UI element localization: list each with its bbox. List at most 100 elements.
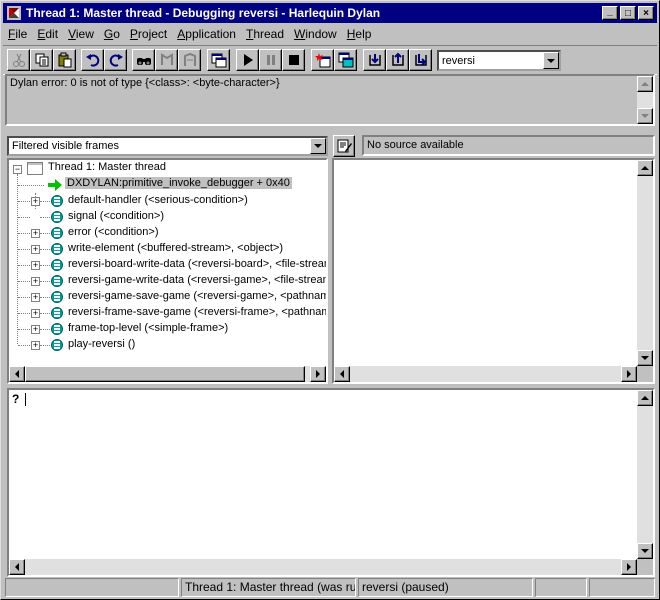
minimize-button[interactable]: _ — [602, 6, 618, 20]
step-into-button[interactable] — [363, 49, 386, 71]
scroll-corner — [637, 559, 653, 575]
expand-toggle[interactable]: + — [31, 325, 40, 334]
step-back-button[interactable] — [155, 49, 178, 71]
tree-guide-line — [40, 297, 50, 298]
breakpoint-icon — [314, 53, 330, 68]
tree-guide-line — [40, 265, 50, 266]
menu-edit[interactable]: Edit — [32, 27, 63, 41]
menu-project[interactable]: Project — [125, 27, 172, 41]
status-cell-empty — [5, 578, 179, 597]
step-button[interactable] — [409, 49, 432, 71]
expand-toggle[interactable]: + — [31, 245, 40, 254]
close-button[interactable]: × — [638, 6, 654, 20]
scroll-left-button[interactable] — [334, 366, 350, 382]
error-pane: Dylan error: 0 is not of type {<class>: … — [5, 74, 655, 126]
project-select[interactable]: reversi — [437, 50, 561, 71]
scroll-up-button[interactable] — [637, 76, 653, 92]
undo-button[interactable] — [81, 49, 104, 71]
cut-button[interactable] — [7, 49, 30, 71]
status-app: reversi (paused) — [358, 578, 533, 597]
scroll-up-button[interactable] — [637, 160, 653, 176]
stack-frame-icon — [51, 291, 63, 303]
tree-guide-line — [40, 217, 50, 218]
expand-toggle[interactable]: + — [31, 341, 40, 350]
copy-button[interactable] — [30, 49, 53, 71]
stack-frame-row[interactable]: + reversi-board-write-data (<reversi-boar… — [9, 257, 326, 273]
scroll-up-button[interactable] — [637, 390, 653, 406]
paste-button[interactable] — [53, 49, 76, 71]
scroll-down-button[interactable] — [637, 543, 653, 559]
tree-root-label[interactable]: Thread 1: Master thread — [48, 161, 166, 173]
stack-frame-row[interactable]: + reversi-frame-save-game (<reversi-frame… — [9, 305, 326, 321]
expand-toggle[interactable]: + — [31, 309, 40, 318]
pause-button[interactable] — [259, 49, 282, 71]
stack-frame-row[interactable]: + play-reversi () — [9, 337, 326, 353]
stack-frame-row[interactable]: + reversi-game-write-data (<reversi-game>… — [9, 273, 326, 289]
scroll-right-button[interactable] — [621, 559, 637, 575]
breakpoint-button[interactable] — [311, 49, 334, 71]
expand-toggle[interactable]: + — [31, 229, 40, 238]
source-status: No source available — [362, 135, 655, 156]
stack-frame-label: play-reversi () — [68, 338, 136, 350]
find-button[interactable] — [132, 49, 155, 71]
menu-view[interactable]: View — [63, 27, 99, 41]
expand-toggle[interactable]: + — [31, 197, 40, 206]
stack-frame-label: signal (<condition>) — [68, 210, 165, 222]
stack-frame-row[interactable]: signal (<condition>) — [9, 209, 326, 225]
menu-go[interactable]: Go — [99, 27, 125, 41]
menu-file[interactable]: File — [3, 27, 32, 41]
expand-toggle[interactable]: + — [31, 261, 40, 270]
stack-frame-label: reversi-board-write-data (<reversi-board… — [68, 258, 326, 270]
scroll-down-button[interactable] — [637, 350, 653, 366]
current-frame-label[interactable]: DXDYLAN:primitive_invoke_debugger + 0x40 — [65, 177, 292, 189]
scroll-down-button[interactable] — [637, 108, 653, 124]
menu-help[interactable]: Help — [342, 27, 377, 41]
stack-frame-row[interactable]: + error (<condition>) — [9, 225, 326, 241]
scroll-left-button[interactable] — [9, 366, 25, 382]
scroll-left-button[interactable] — [9, 559, 25, 575]
scroll-right-button[interactable] — [310, 366, 326, 382]
frames-filter-select[interactable]: Filtered visible frames — [7, 136, 328, 156]
stack-frame-icon — [51, 243, 63, 255]
play-button[interactable] — [236, 49, 259, 71]
restart-button[interactable] — [334, 49, 357, 71]
stack-frame-row[interactable]: + frame-top-level (<simple-frame>) — [9, 321, 326, 337]
interactor-pane[interactable]: ? — [7, 388, 655, 577]
step-out-button[interactable] — [386, 49, 409, 71]
collapse-toggle[interactable]: − — [13, 165, 22, 174]
expand-toggle[interactable]: + — [31, 277, 40, 286]
cut-icon — [12, 53, 25, 67]
interactor-vscrollbar[interactable] — [637, 390, 653, 559]
scroll-thumb[interactable] — [25, 366, 305, 382]
find-icon — [136, 58, 151, 65]
stop-button[interactable] — [282, 49, 305, 71]
menu-window[interactable]: Window — [289, 27, 342, 41]
chevron-down-icon[interactable] — [543, 52, 559, 69]
source-vscrollbar[interactable] — [637, 160, 653, 366]
new-window-button[interactable] — [207, 49, 230, 71]
menu-thread[interactable]: Thread — [241, 27, 289, 41]
maximize-button[interactable]: □ — [620, 6, 636, 20]
scroll-right-button[interactable] — [621, 366, 637, 382]
step-over-button[interactable] — [178, 49, 201, 71]
stack-frame-row[interactable]: + write-element (<buffered-stream>, <obje… — [9, 241, 326, 257]
harlequin-app-icon[interactable] — [6, 5, 22, 21]
chevron-down-icon[interactable] — [310, 138, 326, 154]
frames-filter-value: Filtered visible frames — [12, 140, 119, 152]
text-cursor — [25, 393, 26, 406]
scroll-corner — [637, 366, 653, 382]
tree-guide-line — [18, 201, 30, 202]
debugger-window: Thread 1: Master thread - Debugging reve… — [0, 0, 660, 600]
stack-hscrollbar[interactable] — [9, 366, 326, 382]
title-bar[interactable]: Thread 1: Master thread - Debugging reve… — [3, 3, 657, 23]
stack-frame-row[interactable]: + reversi-game-save-game (<reversi-game>,… — [9, 289, 326, 305]
stack-frame-row[interactable]: + default-handler (<serious-condition>) — [9, 193, 326, 209]
redo-button[interactable] — [104, 49, 127, 71]
edit-source-button[interactable] — [333, 135, 355, 157]
source-hscrollbar[interactable] — [334, 366, 637, 382]
menu-application[interactable]: Application — [172, 27, 241, 41]
interactor-hscrollbar[interactable] — [9, 559, 637, 575]
error-scrollbar[interactable] — [637, 76, 653, 124]
expand-toggle[interactable]: + — [31, 293, 40, 302]
stack-frame-label: frame-top-level (<simple-frame>) — [68, 322, 229, 334]
